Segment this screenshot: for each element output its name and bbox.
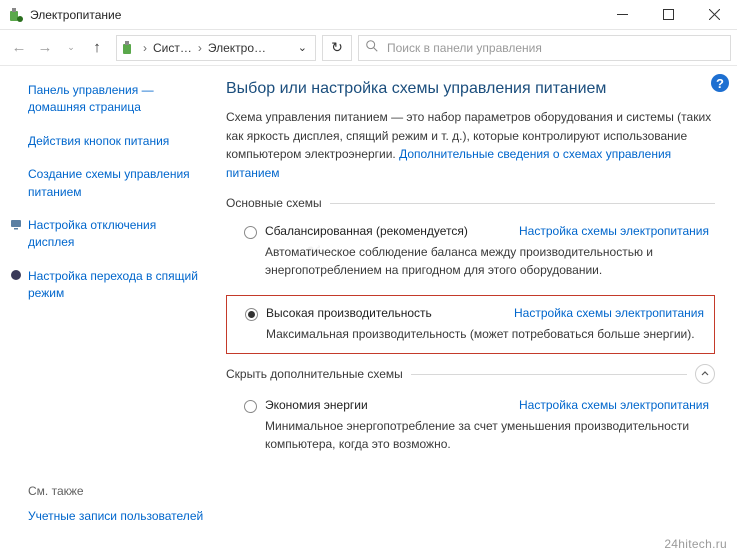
sidebar-item-button-actions[interactable]: Действия кнопок питания bbox=[28, 133, 202, 150]
plan-settings-link[interactable]: Настройка схемы электропитания bbox=[519, 224, 709, 238]
navbar: ← → ⌄ ↑ › Сист… › Электро… ⌄ ↻ bbox=[0, 30, 737, 66]
recent-button[interactable]: ⌄ bbox=[58, 35, 84, 61]
sidebar-item-sleep[interactable]: Настройка перехода в спящий режим bbox=[28, 268, 202, 303]
breadcrumb-part[interactable]: Сист… bbox=[149, 41, 196, 55]
sidebar-item-display-off[interactable]: Настройка отключения дисплея bbox=[28, 217, 202, 252]
plan-settings-link[interactable]: Настройка схемы электропитания bbox=[514, 306, 704, 320]
up-button[interactable]: ↑ bbox=[84, 35, 110, 61]
group-label: Скрыть дополнительные схемы bbox=[226, 367, 403, 381]
minimize-button[interactable] bbox=[599, 0, 645, 30]
plan-settings-link[interactable]: Настройка схемы электропитания bbox=[519, 398, 709, 412]
search-box[interactable] bbox=[358, 35, 731, 61]
help-button[interactable]: ? bbox=[711, 74, 729, 92]
back-button[interactable]: ← bbox=[6, 35, 32, 61]
main-content: ? Выбор или настройка схемы управления п… bbox=[208, 66, 737, 555]
sidebar-item-create-plan[interactable]: Создание схемы управления питанием bbox=[28, 166, 202, 201]
plan-name[interactable]: Высокая производительность bbox=[266, 306, 514, 320]
collapse-button[interactable] bbox=[695, 364, 715, 384]
chevron-right-icon[interactable]: › bbox=[196, 41, 204, 55]
plan-description: Автоматическое соблюдение баланса между … bbox=[265, 243, 709, 279]
forward-button[interactable]: → bbox=[32, 35, 58, 61]
chevron-down-icon[interactable]: ⌄ bbox=[294, 41, 311, 54]
power-plan-balanced: Сбалансированная (рекомендуется) Настрой… bbox=[238, 218, 715, 285]
watermark-text: 24hitech.ru bbox=[664, 537, 727, 551]
chevron-right-icon[interactable]: › bbox=[141, 41, 149, 55]
plan-name[interactable]: Сбалансированная (рекомендуется) bbox=[265, 224, 519, 238]
group-header-extra[interactable]: Скрыть дополнительные схемы bbox=[226, 364, 715, 384]
titlebar: Электропитание bbox=[0, 0, 737, 30]
radio-button[interactable] bbox=[244, 400, 257, 413]
radio-button[interactable] bbox=[244, 226, 257, 239]
divider bbox=[411, 374, 687, 375]
plan-name[interactable]: Экономия энергии bbox=[265, 398, 519, 412]
sidebar-item-label: Настройка отключения дисплея bbox=[28, 218, 156, 249]
search-input[interactable] bbox=[387, 41, 724, 55]
address-bar[interactable]: › Сист… › Электро… ⌄ bbox=[116, 35, 316, 61]
sidebar-item-home[interactable]: Панель управления — домашняя страница bbox=[28, 82, 202, 117]
maximize-button[interactable] bbox=[645, 0, 691, 30]
divider bbox=[330, 203, 715, 204]
sidebar-item-label: Действия кнопок питания bbox=[28, 134, 169, 148]
sidebar-item-user-accounts[interactable]: Учетные записи пользователей bbox=[28, 508, 203, 525]
sidebar-item-label: Создание схемы управления питанием bbox=[28, 167, 190, 198]
sidebar-item-label: Панель управления — домашняя страница bbox=[28, 83, 154, 114]
monitor-icon bbox=[10, 218, 22, 230]
chevron-up-icon bbox=[700, 369, 710, 379]
refresh-button[interactable]: ↻ bbox=[322, 35, 352, 61]
power-plan-high-performance: Высокая производительность Настройка схе… bbox=[226, 295, 715, 354]
sidebar-item-label: Учетные записи пользователей bbox=[28, 509, 203, 523]
power-options-icon bbox=[121, 40, 137, 56]
close-button[interactable] bbox=[691, 0, 737, 30]
group-label: Основные схемы bbox=[226, 196, 322, 210]
plan-description: Минимальное энергопотребление за счет ум… bbox=[265, 417, 709, 453]
plan-description: Максимальная производительность (может п… bbox=[266, 325, 704, 343]
power-plan-power-saver: Экономия энергии Настройка схемы электро… bbox=[238, 392, 715, 459]
breadcrumb-part[interactable]: Электро… bbox=[204, 41, 270, 55]
search-icon bbox=[365, 39, 381, 56]
power-options-icon bbox=[8, 7, 24, 23]
see-also-heading: См. также bbox=[28, 484, 203, 498]
page-title: Выбор или настройка схемы управления пит… bbox=[226, 80, 715, 98]
window-title: Электропитание bbox=[30, 8, 599, 22]
radio-button[interactable] bbox=[245, 308, 258, 321]
sidebar: Панель управления — домашняя страница Де… bbox=[0, 66, 208, 555]
sidebar-item-label: Настройка перехода в спящий режим bbox=[28, 269, 198, 300]
page-description: Схема управления питанием — это набор па… bbox=[226, 108, 715, 182]
moon-icon bbox=[10, 269, 22, 281]
group-header-main: Основные схемы bbox=[226, 196, 715, 210]
